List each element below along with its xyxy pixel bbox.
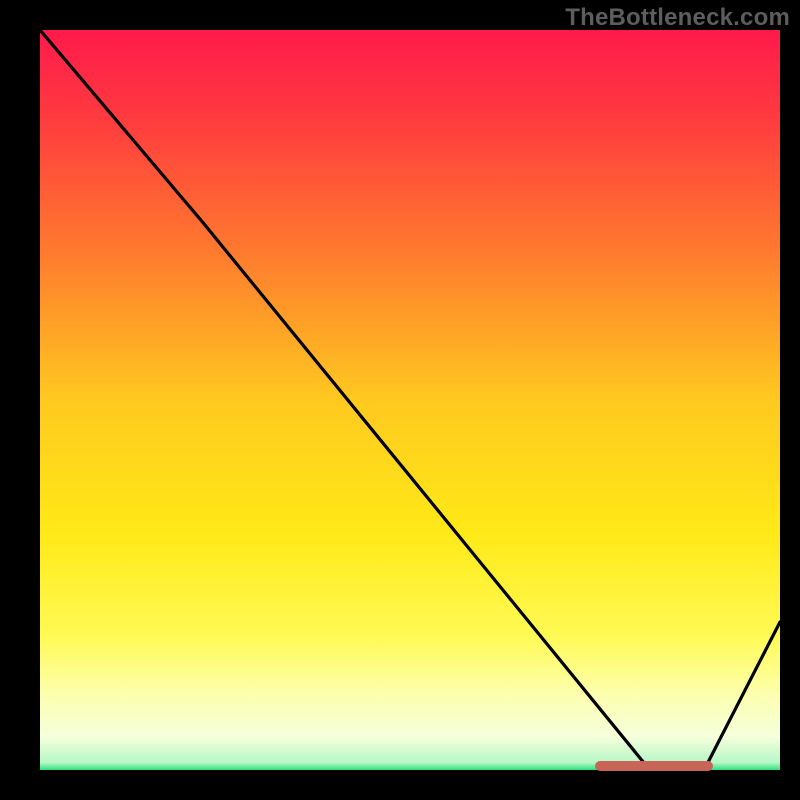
plot-area: [40, 30, 780, 770]
watermark-text: TheBottleneck.com: [565, 4, 790, 32]
chart-background: [40, 30, 780, 770]
optimal-marker: [595, 761, 713, 771]
chart-frame: TheBottleneck.com: [0, 0, 800, 800]
bottleneck-chart: [40, 30, 780, 770]
